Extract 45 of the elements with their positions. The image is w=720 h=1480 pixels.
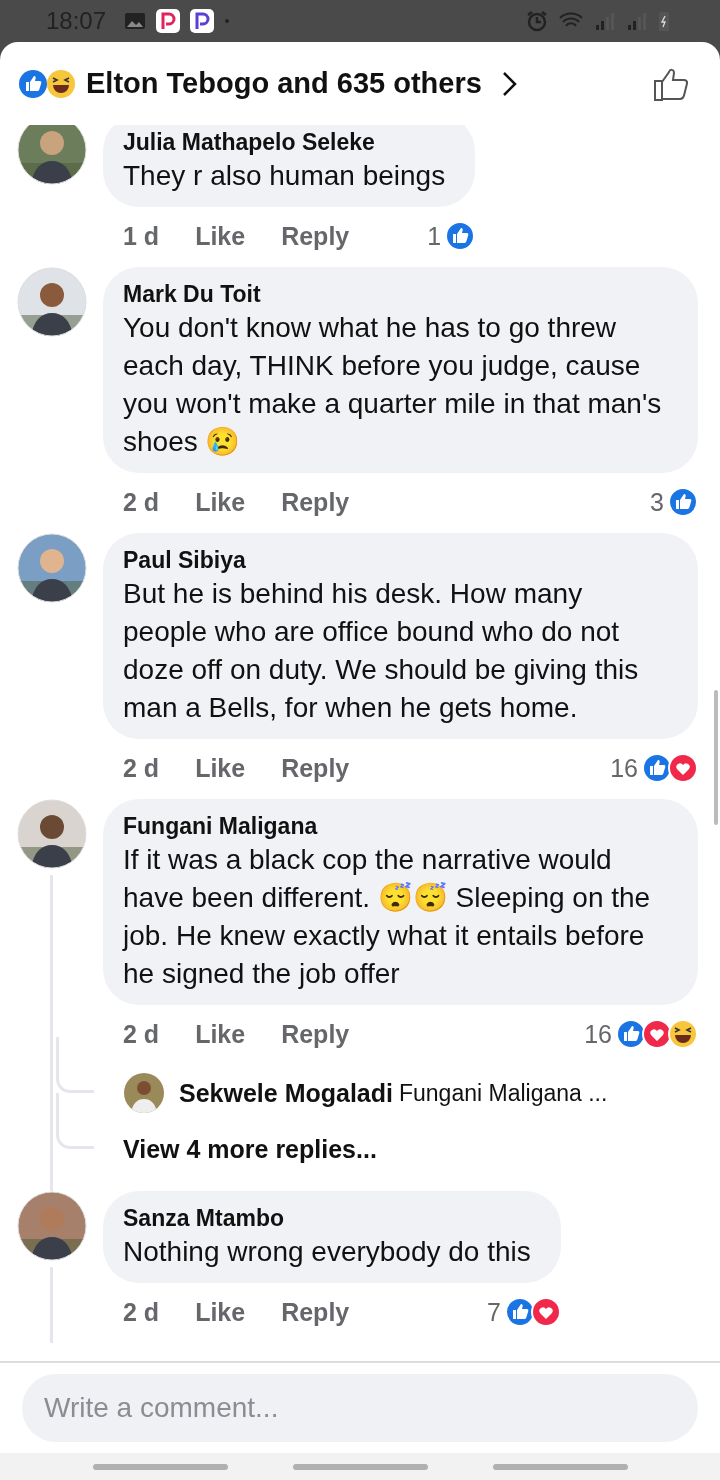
app-icon [190,9,215,33]
like-link[interactable]: Like [195,1297,246,1327]
comment-time: 2 d [123,1297,160,1327]
reply-preview-text: Fungani Maligana ... [398,1079,608,1107]
comment-input-field[interactable]: Write a comment... [22,1374,698,1442]
comment-text: Nothing wrong everybody do this [123,1235,531,1269]
comment-time: 1 d [123,221,160,251]
signal-icon [626,11,648,31]
battery-icon [658,10,670,32]
view-more-replies-link[interactable]: View 4 more replies... [123,1134,377,1164]
commenter-name[interactable]: Paul Sibiya [123,545,668,575]
reaction-count[interactable]: 3 [650,487,664,517]
comment-time: 2 d [123,487,160,517]
commenter-name[interactable]: Sekwele Mogaladi [179,1078,393,1108]
reply-link[interactable]: Reply [281,753,350,783]
alarm-icon [526,10,548,32]
reply-link[interactable]: Reply [281,1019,350,1049]
reactions-summary[interactable]: Elton Tebogo and 635 others [86,67,482,100]
thread-line [56,1037,94,1093]
like-link[interactable]: Like [195,1019,246,1049]
reaction-count[interactable]: 16 [610,753,638,783]
reply-link[interactable]: Reply [281,1297,350,1327]
thread-line [56,1093,94,1149]
reaction-count[interactable]: 7 [486,1297,501,1327]
reaction-count[interactable]: 16 [584,1019,612,1049]
commenter-name[interactable]: Julia Mathapelo Seleke [123,127,446,157]
signal-icon [594,11,616,31]
comment-text: You don't know what he has to go threw each day, THINK before you judge, cause you won't make a quarter mile in that man's shoes 😢 [123,311,663,459]
comment-text: If it was a black cop the narrative would have been different. 😴😴 Sleeping on the job. He knew exactly what it entails before he signed the job offer [123,843,652,991]
like-link[interactable]: Like [195,487,246,517]
comment-text: They r also human beings [123,159,446,193]
commenter-name[interactable]: Mark Du Toit [123,279,668,309]
comment-text: But he is behind his desk. How many people who are office bound who do not doze off on duty. We should be giving this man a Bells, for when he gets home. [123,577,640,725]
commenter-name[interactable]: Sanza Mtambo [123,1203,531,1233]
reaction-count[interactable]: 1 [427,221,442,251]
commenter-name[interactable]: Fungani Maligana [123,811,668,841]
comment-time: 2 d [123,753,160,783]
like-link[interactable]: Like [195,753,246,783]
dot-icon [224,18,231,24]
image-icon [124,12,147,30]
reply-link[interactable]: Reply [281,221,350,251]
reply-link[interactable]: Reply [281,487,350,517]
app-icon [156,9,181,33]
like-link[interactable]: Like [195,221,246,251]
comment-time: 2 d [123,1019,160,1049]
